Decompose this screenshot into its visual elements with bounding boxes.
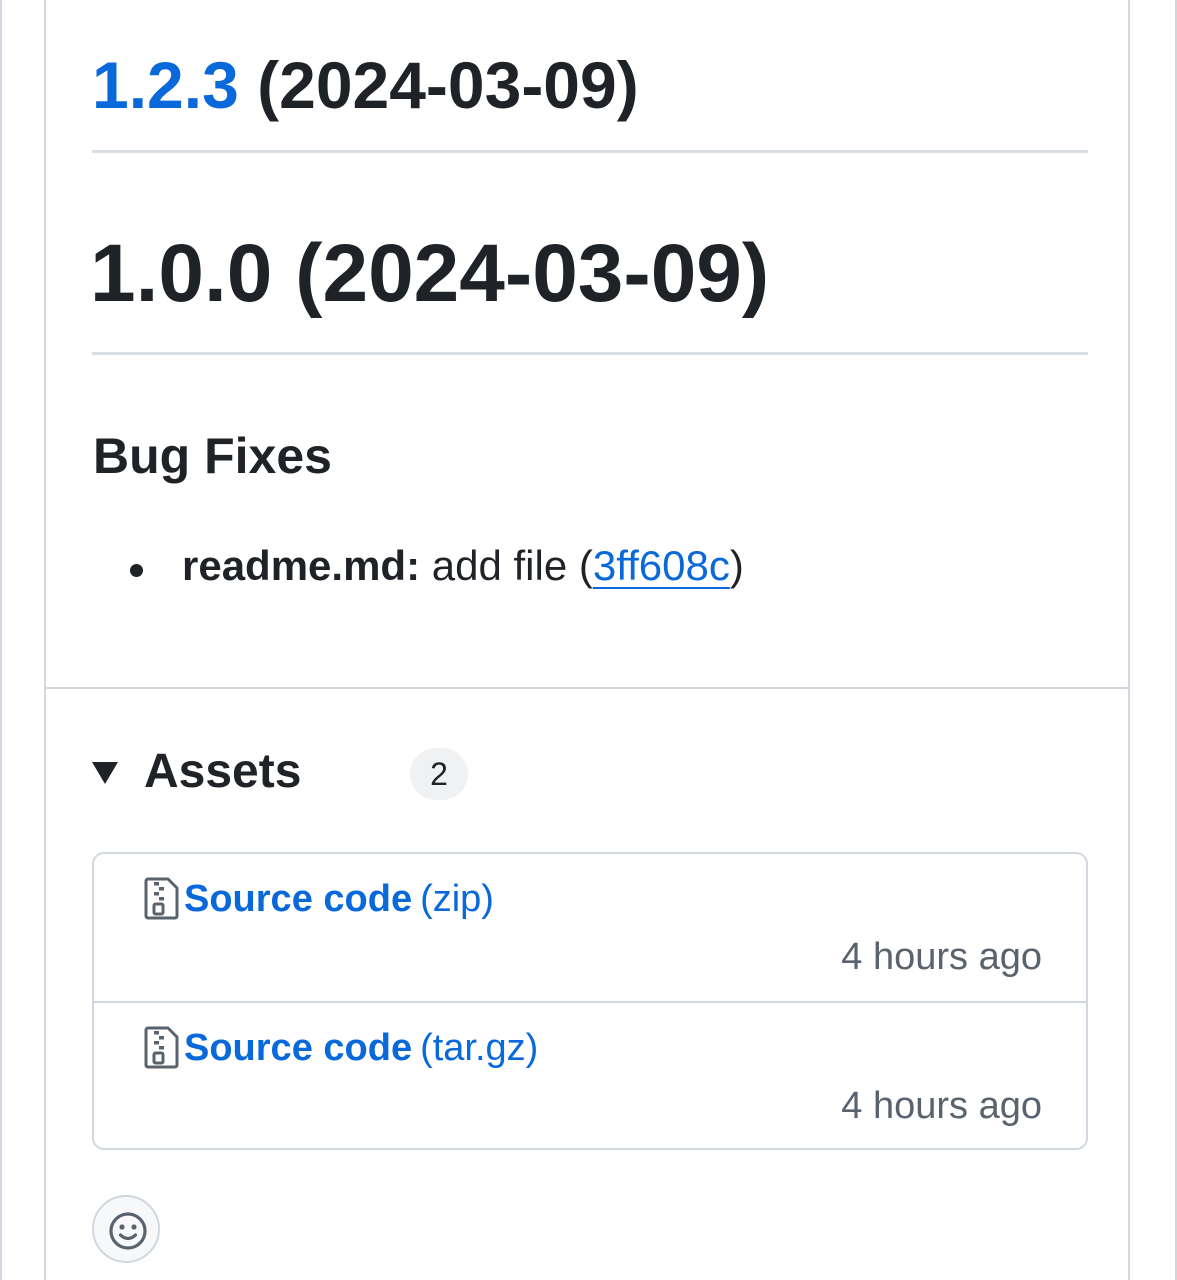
fix-scope: readme.md: bbox=[182, 542, 421, 589]
version-link-1-2-3[interactable]: 1.2.3 bbox=[92, 48, 239, 122]
release-card: 1.2.3 (2024-03-09) 1.0.0 (2024-03-09) Bu… bbox=[44, 0, 1130, 1280]
source-code-tar-gz-link[interactable]: Source code (tar.gz) bbox=[144, 1025, 538, 1072]
add-reaction-button[interactable] bbox=[92, 1195, 160, 1263]
asset-name: Source code bbox=[184, 878, 413, 920]
outer-border-left bbox=[0, 0, 2, 1280]
list-item: readme.md: add file (3ff608c) bbox=[130, 538, 744, 594]
heading-divider bbox=[92, 150, 1088, 153]
release-heading-1-0-0: 1.0.0 (2024-03-09) bbox=[90, 228, 770, 319]
release-notes-body: 1.2.3 (2024-03-09) 1.0.0 (2024-03-09) Bu… bbox=[46, 0, 1128, 689]
release-date-1-2-3: (2024-03-09) bbox=[238, 48, 639, 122]
fix-description: add file ( bbox=[420, 542, 593, 589]
asset-ext: (zip) bbox=[420, 878, 494, 920]
triangle-down-icon bbox=[92, 762, 118, 784]
asset-timestamp: 4 hours ago bbox=[841, 1085, 1042, 1127]
asset-row-tar-gz: Source code (tar.gz) 4 hours ago bbox=[94, 1001, 1086, 1148]
page: 1.2.3 (2024-03-09) 1.0.0 (2024-03-09) Bu… bbox=[0, 0, 1177, 1280]
asset-row-zip: Source code (zip) 4 hours ago bbox=[94, 854, 1086, 1001]
assets-title: Assets bbox=[144, 745, 302, 798]
assets-count-badge: 2 bbox=[410, 748, 468, 800]
file-zip-icon bbox=[144, 1026, 179, 1069]
asset-timestamp: 4 hours ago bbox=[841, 936, 1042, 978]
bug-fixes-heading: Bug Fixes bbox=[93, 428, 332, 484]
heading-divider bbox=[92, 352, 1088, 355]
bullet-icon bbox=[130, 564, 143, 577]
asset-name: Source code bbox=[184, 1027, 413, 1069]
file-zip-icon bbox=[144, 877, 179, 920]
assets-list: Source code (zip) 4 hours ago Source code… bbox=[92, 852, 1088, 1150]
source-code-zip-link[interactable]: Source code (zip) bbox=[144, 876, 494, 923]
assets-toggle[interactable]: Assets 2 bbox=[92, 741, 692, 811]
commit-link[interactable]: 3ff608c bbox=[593, 542, 730, 589]
asset-ext: (tar.gz) bbox=[420, 1027, 539, 1069]
release-heading-1-2-3: 1.2.3 (2024-03-09) bbox=[92, 44, 639, 126]
bug-fixes-list: readme.md: add file (3ff608c) bbox=[130, 538, 744, 594]
fix-close-paren: ) bbox=[729, 542, 744, 589]
smiley-icon bbox=[109, 1212, 147, 1250]
